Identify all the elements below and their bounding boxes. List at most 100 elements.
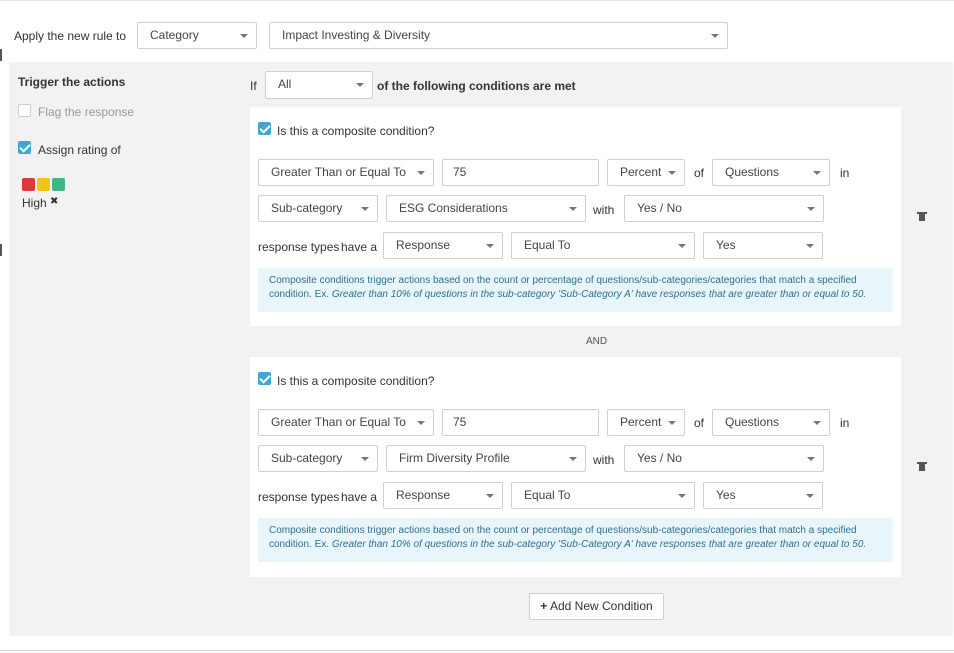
- comparison-select[interactable]: Equal To: [511, 232, 695, 259]
- field-select[interactable]: Response: [383, 482, 503, 509]
- field-select-value: Response: [396, 488, 451, 502]
- level-select[interactable]: Sub-category: [258, 445, 378, 472]
- caret-down-icon: [361, 457, 369, 461]
- answer-set-select[interactable]: Yes / No: [624, 195, 824, 222]
- info-prefix: condition. Ex.: [269, 289, 330, 300]
- caret-down-icon: [417, 171, 425, 175]
- match-select[interactable]: All: [265, 71, 373, 99]
- rating-swatch-yellow: [37, 178, 50, 191]
- comparison-select-value: Equal To: [524, 238, 571, 252]
- conditions-met-label: of the following conditions are met: [377, 79, 576, 93]
- composite-info-box: Composite conditions trigger actions bas…: [258, 518, 893, 562]
- assign-rating-label: Assign rating of: [38, 143, 121, 157]
- plus-icon: +: [540, 599, 548, 613]
- info-text: Composite conditions trigger actions bas…: [269, 525, 857, 536]
- caret-down-icon: [240, 34, 248, 38]
- flag-response-checkbox[interactable]: [18, 104, 31, 117]
- unit-select-value: Percent: [620, 415, 662, 429]
- info-example: Greater than 10% of questions in the sub…: [331, 539, 867, 550]
- assign-rating-checkbox[interactable]: [18, 141, 31, 154]
- caret-down-icon: [668, 421, 676, 425]
- with-label: with: [593, 203, 615, 217]
- subcategory-select[interactable]: Firm Diversity Profile: [386, 445, 586, 472]
- comparison-select[interactable]: Equal To: [511, 482, 695, 509]
- of-label: of: [694, 166, 705, 180]
- edge-marker: [0, 244, 2, 256]
- level-select[interactable]: Sub-category: [258, 195, 378, 222]
- caret-down-icon: [361, 207, 369, 211]
- scope-select[interactable]: Category: [137, 22, 257, 49]
- unit-select[interactable]: Percent: [607, 159, 685, 186]
- operator-select[interactable]: Greater Than or Equal To: [258, 409, 434, 436]
- caret-down-icon: [806, 244, 814, 248]
- target-select-value: Questions: [725, 415, 780, 429]
- trash-icon[interactable]: [917, 462, 927, 471]
- remove-rating-icon[interactable]: ✖: [50, 196, 58, 207]
- caret-down-icon: [711, 34, 719, 38]
- subcategory-select-value: ESG Considerations: [399, 201, 508, 215]
- value-select-value: Yes: [716, 238, 736, 252]
- comparison-select-value: Equal To: [524, 488, 571, 502]
- value-select[interactable]: Yes: [703, 232, 823, 259]
- caret-down-icon: [807, 457, 815, 461]
- of-label: of: [694, 416, 705, 430]
- caret-down-icon: [678, 244, 686, 248]
- field-select[interactable]: Response: [383, 232, 503, 259]
- composite-label: Is this a composite condition?: [277, 124, 435, 138]
- edge-marker: [0, 49, 2, 61]
- flag-response-label: Flag the response: [38, 105, 135, 119]
- response-types-label: response types: [258, 490, 340, 504]
- subcategory-select-value: Firm Diversity Profile: [399, 451, 510, 465]
- caret-down-icon: [806, 494, 814, 498]
- unit-select-value: Percent: [620, 165, 662, 179]
- caret-down-icon: [668, 171, 676, 175]
- caret-down-icon: [813, 171, 821, 175]
- response-types-label: response types: [258, 240, 340, 254]
- and-joiner: AND: [586, 336, 608, 347]
- rating-swatch-green: [52, 178, 65, 191]
- answer-set-select-value: Yes / No: [637, 451, 682, 465]
- info-example-line: condition. Ex. Greater than 10% of quest…: [269, 538, 893, 552]
- answer-set-select-value: Yes / No: [637, 201, 682, 215]
- answer-set-select[interactable]: Yes / No: [624, 445, 824, 472]
- apply-rule-label: Apply the new rule to: [14, 29, 127, 43]
- target-select[interactable]: Questions: [712, 159, 830, 186]
- trigger-actions-title: Trigger the actions: [18, 75, 126, 89]
- caret-down-icon: [417, 421, 425, 425]
- level-select-value: Sub-category: [271, 451, 343, 465]
- level-select-value: Sub-category: [271, 201, 343, 215]
- amount-input[interactable]: 75: [442, 159, 599, 186]
- trash-icon[interactable]: [917, 212, 927, 221]
- in-label: in: [840, 416, 850, 430]
- composite-checkbox[interactable]: [258, 122, 271, 135]
- caret-down-icon: [569, 457, 577, 461]
- caret-down-icon: [486, 244, 494, 248]
- subcategory-select[interactable]: ESG Considerations: [386, 195, 586, 222]
- composite-checkbox[interactable]: [258, 372, 271, 385]
- field-select-value: Response: [396, 238, 451, 252]
- composite-label: Is this a composite condition?: [277, 374, 435, 388]
- target-select[interactable]: Questions: [712, 409, 830, 436]
- rating-value: High: [22, 196, 47, 210]
- with-label: with: [593, 453, 615, 467]
- info-text: Composite conditions trigger actions bas…: [269, 275, 857, 286]
- scope-select-value: Category: [150, 28, 199, 42]
- match-select-value: All: [278, 77, 292, 91]
- caret-down-icon: [678, 494, 686, 498]
- value-select[interactable]: Yes: [703, 482, 823, 509]
- operator-select[interactable]: Greater Than or Equal To: [258, 159, 434, 186]
- caret-down-icon: [807, 207, 815, 211]
- operator-select-value: Greater Than or Equal To: [271, 415, 406, 429]
- caret-down-icon: [813, 421, 821, 425]
- info-prefix: condition. Ex.: [269, 539, 330, 550]
- have-a-label: have a: [341, 240, 378, 254]
- unit-select[interactable]: Percent: [607, 409, 685, 436]
- amount-input[interactable]: 75: [442, 409, 599, 436]
- operator-select-value: Greater Than or Equal To: [271, 165, 406, 179]
- in-label: in: [840, 166, 850, 180]
- caret-down-icon: [486, 494, 494, 498]
- bottom-divider: [0, 650, 954, 651]
- category-select[interactable]: Impact Investing & Diversity: [269, 22, 728, 49]
- if-label: If: [250, 79, 257, 93]
- add-condition-button[interactable]: + Add New Condition: [529, 593, 664, 620]
